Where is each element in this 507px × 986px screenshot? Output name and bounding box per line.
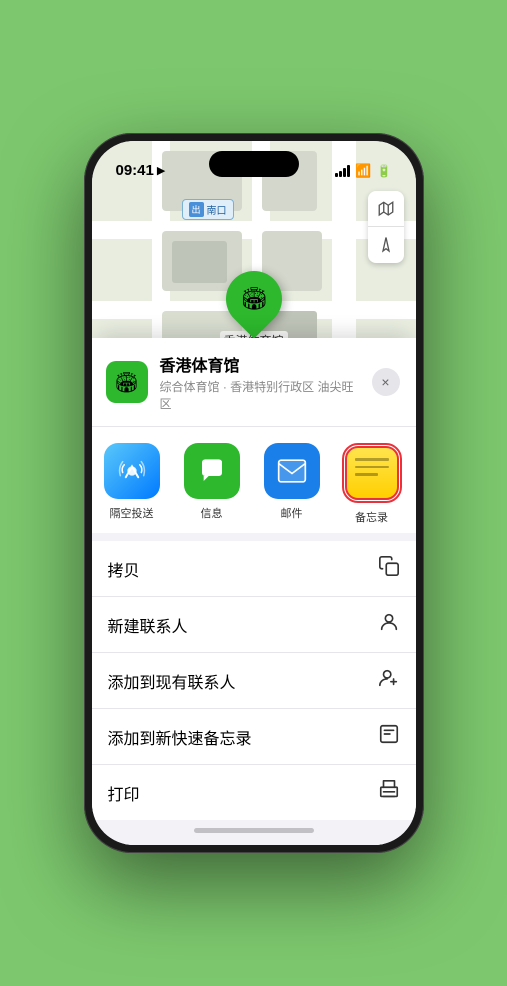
status-icons: 📶 🔋 <box>335 163 391 179</box>
location-icon: ▶ <box>157 164 165 177</box>
add-contact-label: 添加到现有联系人 <box>108 669 236 693</box>
quick-note-label: 添加到新快速备忘录 <box>108 725 252 749</box>
share-mail[interactable]: 邮件 <box>252 443 332 521</box>
status-time: 09:41 <box>116 162 154 179</box>
person-icon <box>378 611 400 638</box>
nankou-label: 出 南口 <box>182 199 234 220</box>
location-header: 🏟 香港体育馆 综合体育馆 · 香港特别行政区 油尖旺区 × <box>92 338 416 427</box>
map-controls <box>368 191 404 263</box>
airdrop-label: 隔空投送 <box>110 505 154 521</box>
share-row: 隔空投送 信息 <box>92 427 416 541</box>
mail-label: 邮件 <box>281 505 303 521</box>
map-type-button[interactable] <box>368 191 404 227</box>
action-quick-note[interactable]: 添加到新快速备忘录 <box>92 709 416 765</box>
print-icon <box>378 779 400 806</box>
share-notes[interactable]: 备忘录 <box>332 443 412 525</box>
message-label: 信息 <box>201 505 223 521</box>
phone-frame: 09:41 ▶ 📶 🔋 <box>84 133 424 853</box>
location-button[interactable] <box>368 227 404 263</box>
action-list: 拷贝 新建联系人 <box>92 541 416 820</box>
location-description: 综合体育馆 · 香港特别行政区 油尖旺区 <box>160 378 360 412</box>
mail-icon <box>264 443 320 499</box>
note-icon <box>378 723 400 750</box>
action-new-contact[interactable]: 新建联系人 <box>92 597 416 653</box>
notes-label: 备忘录 <box>355 509 388 525</box>
copy-label: 拷贝 <box>108 557 140 581</box>
close-button[interactable]: × <box>372 368 400 396</box>
action-add-contact[interactable]: 添加到现有联系人 <box>92 653 416 709</box>
location-name: 香港体育馆 <box>160 352 360 376</box>
message-icon <box>184 443 240 499</box>
bottom-sheet: 🏟 香港体育馆 综合体育馆 · 香港特别行政区 油尖旺区 × <box>92 338 416 845</box>
action-print[interactable]: 打印 <box>92 765 416 820</box>
dynamic-island <box>209 151 299 177</box>
marker-pin: 🏟 <box>214 259 293 338</box>
person-add-icon <box>378 667 400 694</box>
battery-icon: 🔋 <box>377 164 392 178</box>
notes-icon <box>345 446 399 500</box>
location-info: 香港体育馆 综合体育馆 · 香港特别行政区 油尖旺区 <box>160 352 360 412</box>
location-venue-icon: 🏟 <box>106 361 148 403</box>
wifi-icon: 📶 <box>355 163 371 179</box>
print-label: 打印 <box>108 781 140 805</box>
share-message[interactable]: 信息 <box>172 443 252 521</box>
share-airdrop[interactable]: 隔空投送 <box>92 443 172 521</box>
action-copy[interactable]: 拷贝 <box>92 541 416 597</box>
new-contact-label: 新建联系人 <box>108 613 188 637</box>
airdrop-icon <box>104 443 160 499</box>
copy-icon <box>378 555 400 582</box>
home-indicator-area <box>92 820 416 845</box>
stadium-icon: 🏟 <box>240 286 268 312</box>
phone-screen: 09:41 ▶ 📶 🔋 <box>92 141 416 845</box>
share-more[interactable]: 推 <box>412 443 416 521</box>
signal-bars-icon <box>335 165 350 177</box>
home-indicator <box>194 828 314 833</box>
